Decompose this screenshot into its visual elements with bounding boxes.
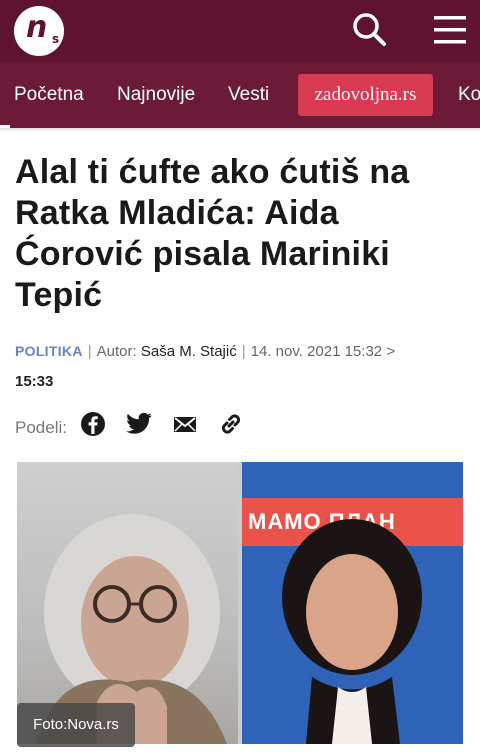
article-photo[interactable]: МАМО ПЛАН (17, 462, 463, 744)
author-link[interactable]: Saša M. Stajić (141, 343, 237, 360)
publish-time: 15:32 (344, 343, 383, 360)
nav-item-ko[interactable]: Ko (458, 62, 480, 128)
nav-item-pocetna[interactable]: Početna (14, 62, 84, 128)
link-icon[interactable] (217, 410, 245, 438)
time-arrow: > (386, 343, 396, 360)
search-button[interactable] (348, 8, 392, 52)
nav-item-zadovoljna[interactable]: zadovoljna.rs (298, 74, 433, 116)
photo-credit: Foto:Nova.rs (17, 703, 135, 747)
article-meta: POLITIKA | Autor: Saša M. Stajić | 14. nov. … (15, 336, 465, 397)
menu-button[interactable] (428, 8, 472, 52)
meta-separator: | (87, 343, 92, 360)
main-nav: Početna Najnovije Vesti zadovoljna.rs Ko (0, 62, 480, 128)
meta-separator: | (241, 343, 246, 360)
email-icon[interactable] (171, 410, 199, 438)
photo-left-portrait (17, 462, 238, 744)
facebook-icon[interactable] (79, 410, 107, 438)
logo-letter: n (26, 10, 48, 45)
nav-item-vesti[interactable]: Vesti (228, 62, 269, 128)
publish-date: 14. nov. 2021 (250, 343, 341, 360)
update-time: 15:33 (15, 373, 54, 390)
hamburger-menu-icon (434, 16, 466, 44)
search-icon (353, 13, 386, 46)
top-header: n s (0, 0, 480, 62)
nova-logo[interactable]: n s (14, 6, 64, 56)
author-label: Autor: (96, 343, 137, 360)
nav-shadow (0, 128, 480, 132)
category-link[interactable]: POLITIKA (15, 343, 83, 359)
twitter-icon[interactable] (125, 410, 153, 438)
photo-right-portrait: МАМО ПЛАН (242, 462, 463, 744)
logo-sub: s (52, 32, 60, 46)
nav-item-najnovije[interactable]: Najnovije (117, 62, 195, 128)
article-title: Alal ti ćufte ako ćutiš na Ratka Mladića… (15, 153, 410, 314)
share-label: Podeli: (15, 418, 67, 437)
